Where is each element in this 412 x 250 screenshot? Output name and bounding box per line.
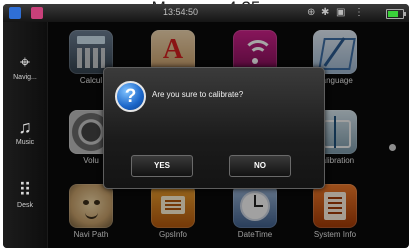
sidebar-item-navigation[interactable]: ⌖ Navig... bbox=[3, 52, 47, 81]
calibrate-dialog: ? Are you sure to calibrate? YES NO bbox=[103, 67, 325, 189]
yes-button[interactable]: YES bbox=[131, 155, 193, 177]
sidebar-item-music[interactable]: ♫ Music bbox=[3, 117, 47, 146]
signal-icon: ⋮ bbox=[354, 7, 364, 18]
sidebar-item-label: Navig... bbox=[13, 74, 37, 81]
status-bar: 13:54:50 ⊕ ✱ ▣ ⋮ bbox=[3, 4, 409, 22]
bluetooth-icon: ✱ bbox=[321, 7, 330, 18]
sidebar-item-label: Music bbox=[15, 139, 35, 146]
gps-signal-icon: ⊕ bbox=[307, 7, 316, 18]
battery-icon bbox=[386, 9, 406, 19]
sidebar: ⌖ Navig... ♫ Music ⠿ Desk bbox=[3, 22, 48, 248]
sidebar-item-desk[interactable]: ⠿ Desk bbox=[3, 180, 47, 209]
home-tile-icon[interactable] bbox=[9, 7, 21, 19]
grid-dots-icon: ⠿ bbox=[18, 180, 32, 200]
device-screen: 13:54:50 ⊕ ✱ ▣ ⋮ ⌖ Navig... ♫ Music ⠿ De… bbox=[3, 4, 409, 248]
card-icon: ▣ bbox=[336, 7, 346, 18]
status-clock: 13:54:50 bbox=[163, 7, 199, 17]
crosshair-icon: ⌖ bbox=[19, 52, 31, 72]
question-icon: ? bbox=[115, 81, 146, 112]
sidebar-item-label: Desk bbox=[17, 202, 33, 209]
music-note-icon: ♫ bbox=[18, 117, 32, 137]
app-tile-icon[interactable] bbox=[31, 7, 43, 19]
dialog-message: Are you sure to calibrate? bbox=[152, 90, 244, 99]
no-button[interactable]: NO bbox=[229, 155, 291, 177]
